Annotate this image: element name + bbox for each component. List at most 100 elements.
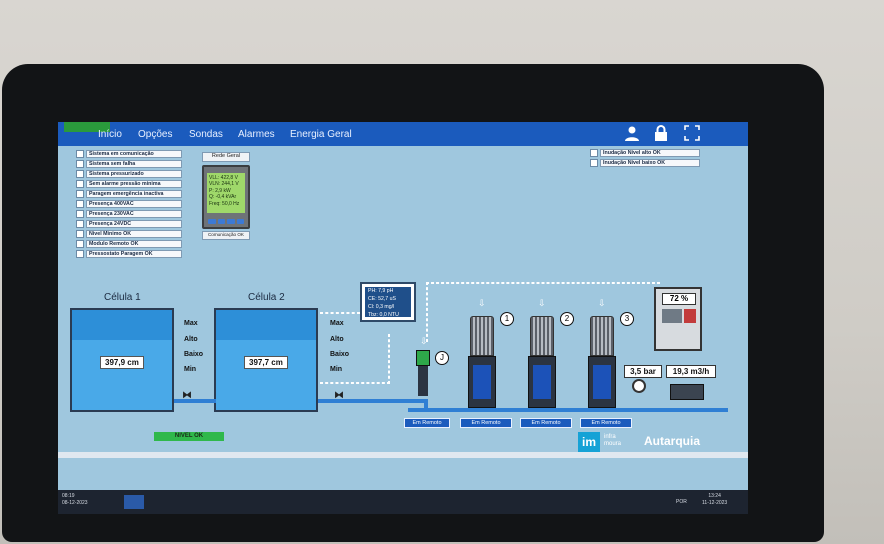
level-max: Max bbox=[330, 320, 344, 327]
panel-percent: 72 % bbox=[662, 293, 696, 305]
tank-1-level-value: 397,9 cm bbox=[100, 356, 144, 369]
date: 11-12-2023 bbox=[702, 500, 728, 506]
status-checkbox bbox=[76, 179, 84, 188]
pump-3[interactable]: 3 bbox=[586, 312, 634, 408]
energy-meter: VLL: 422,8 V VLN: 244,1 V P: 2,9 kW Q: -… bbox=[202, 165, 250, 229]
tank-cell-2[interactable]: 397,7 cm bbox=[214, 308, 318, 412]
status-checkbox bbox=[76, 239, 84, 248]
tank-1-water bbox=[72, 340, 172, 410]
rede-geral-meter[interactable]: Rede Geral VLL: 422,8 V VLN: 244,1 V P: … bbox=[202, 152, 250, 240]
control-line bbox=[426, 282, 428, 342]
menu-opcoes[interactable]: Opções bbox=[138, 129, 172, 140]
language-indicator[interactable]: POR bbox=[676, 499, 687, 505]
filter-label-badge: J bbox=[435, 351, 449, 365]
brand-text: infra moura bbox=[604, 434, 621, 448]
quality-readings: PH: 7,9 pH CE: 52,7 uS Cl: 0,3 mg/l Tbz:… bbox=[365, 287, 411, 318]
scada-screen: Início Opções Sondas Alarmes Energia Ger… bbox=[58, 122, 748, 514]
flood-label: Inudação Nível baixo OK bbox=[600, 158, 700, 167]
status-label: Sem alarme pressão minima bbox=[86, 179, 182, 188]
valve-icon[interactable]: ⧓ bbox=[182, 390, 192, 401]
status-label: Presença 24VDC bbox=[86, 219, 182, 228]
arrow-down-icon: ⇩ bbox=[420, 336, 428, 346]
os-taskbar: 08:19 08-12-2023 POR 13:24 11-12-2023 bbox=[58, 490, 748, 514]
lock-icon[interactable] bbox=[654, 125, 668, 145]
control-panel[interactable]: 72 % bbox=[654, 287, 702, 351]
clock[interactable]: 13:24 11-12-2023 bbox=[702, 493, 727, 507]
flood-label: Inudação Nível alto OK bbox=[600, 149, 700, 157]
status-label: Paragem emergência inactiva bbox=[86, 189, 182, 198]
menu-energia-geral[interactable]: Energia Geral bbox=[290, 129, 352, 140]
status-item: Presença 24VDC bbox=[76, 219, 182, 228]
status-label: Presença 230VAC bbox=[86, 209, 182, 218]
pump-1[interactable]: 1 bbox=[466, 312, 514, 408]
energy-lcd: VLL: 422,8 V VLN: 244,1 V P: 2,9 kW Q: -… bbox=[207, 173, 245, 213]
autarquia-logo: Autarquia bbox=[644, 434, 701, 448]
status-item: Paragem emergência inactiva bbox=[76, 189, 182, 198]
pipe-segment bbox=[408, 408, 728, 412]
status-item: Sem alarme pressão minima bbox=[76, 179, 182, 188]
status-checkbox bbox=[76, 199, 84, 208]
status-label: Modulo Remoto OK bbox=[86, 239, 182, 248]
lcd-line: VLN: 244,1 V bbox=[209, 181, 239, 188]
top-menu-bar: Início Opções Sondas Alarmes Energia Ger… bbox=[58, 122, 748, 146]
flood-checkbox bbox=[590, 158, 598, 167]
level-min: Min bbox=[184, 366, 197, 373]
panel-buttons bbox=[684, 309, 696, 323]
status-checkbox bbox=[76, 209, 84, 218]
pump-motor bbox=[530, 316, 554, 356]
flood-checkbox bbox=[590, 149, 598, 157]
quality-tbz: Tbz: 0,0 NTU bbox=[368, 312, 399, 318]
tank-2-water bbox=[216, 340, 316, 410]
status-item: Pressostato Paragem OK bbox=[76, 249, 182, 258]
pump-1-mode: Em Remoto bbox=[460, 418, 512, 428]
status-item: Presença 230VAC bbox=[76, 209, 182, 218]
flood-item: Inudação Nível alto OK bbox=[590, 149, 700, 157]
filter-unit[interactable] bbox=[416, 350, 430, 402]
status-checkbox bbox=[76, 249, 84, 258]
pump-number: 3 bbox=[620, 312, 634, 326]
arrow-down-icon: ⇩ bbox=[598, 298, 606, 308]
lcd-line: Freq: 50,0 Hz bbox=[209, 200, 240, 207]
level-alto: Alto bbox=[330, 336, 344, 343]
filter-mode-label: Em Remoto bbox=[404, 418, 450, 428]
app-icon[interactable] bbox=[124, 495, 144, 509]
fullscreen-icon[interactable] bbox=[684, 125, 700, 145]
water-quality-panel[interactable]: PH: 7,9 pH CE: 52,7 uS Cl: 0,3 mg/l Tbz:… bbox=[360, 282, 416, 322]
status-checkbox bbox=[76, 169, 84, 178]
status-item: Sistema pressurizado bbox=[76, 169, 182, 178]
status-label: Sistema em comunicação bbox=[86, 150, 182, 158]
time: 13:24 bbox=[708, 493, 721, 499]
pump-2[interactable]: 2 bbox=[526, 312, 574, 408]
status-label: Sistema sem falha bbox=[86, 159, 182, 168]
control-line bbox=[320, 312, 360, 314]
meter-leds bbox=[208, 219, 244, 224]
menu-inicio[interactable]: Início bbox=[98, 129, 122, 140]
bottom-bar bbox=[58, 452, 748, 458]
pump-body bbox=[528, 356, 556, 408]
panel-display bbox=[662, 309, 682, 323]
flood-status-list: Inudação Nível alto OK Inudação Nível ba… bbox=[590, 149, 700, 169]
status-item: Modulo Remoto OK bbox=[76, 239, 182, 248]
nivel-ok-indicator: NIVEL OK bbox=[154, 432, 224, 441]
flow-value: 19,3 m3/h bbox=[666, 365, 716, 378]
valve-icon[interactable]: ⧓ bbox=[334, 390, 344, 401]
left-clock: 08:19 08-12-2023 bbox=[62, 493, 88, 507]
status-item: Sistema sem falha bbox=[76, 159, 182, 168]
status-label: Presença 400VAC bbox=[86, 199, 182, 208]
menu-alarmes[interactable]: Alarmes bbox=[238, 129, 275, 140]
menu-sondas[interactable]: Sondas bbox=[189, 129, 223, 140]
tank-cell-1[interactable]: 397,9 cm bbox=[70, 308, 174, 412]
filter-body bbox=[418, 366, 428, 396]
pump-body bbox=[588, 356, 616, 408]
brand-logo: im bbox=[578, 432, 600, 452]
user-icon[interactable] bbox=[624, 125, 640, 145]
left-date: 08-12-2023 bbox=[62, 500, 88, 506]
status-item: Presença 400VAC bbox=[76, 199, 182, 208]
arrow-down-icon: ⇩ bbox=[478, 298, 486, 308]
status-label: Pressostato Paragem OK bbox=[86, 249, 182, 258]
cell-1-title: Célula 1 bbox=[104, 292, 141, 303]
status-checkbox bbox=[76, 159, 84, 168]
level-baixo: Baixo bbox=[330, 351, 350, 358]
brand-line2: moura bbox=[604, 441, 622, 447]
pump-number: 1 bbox=[500, 312, 514, 326]
